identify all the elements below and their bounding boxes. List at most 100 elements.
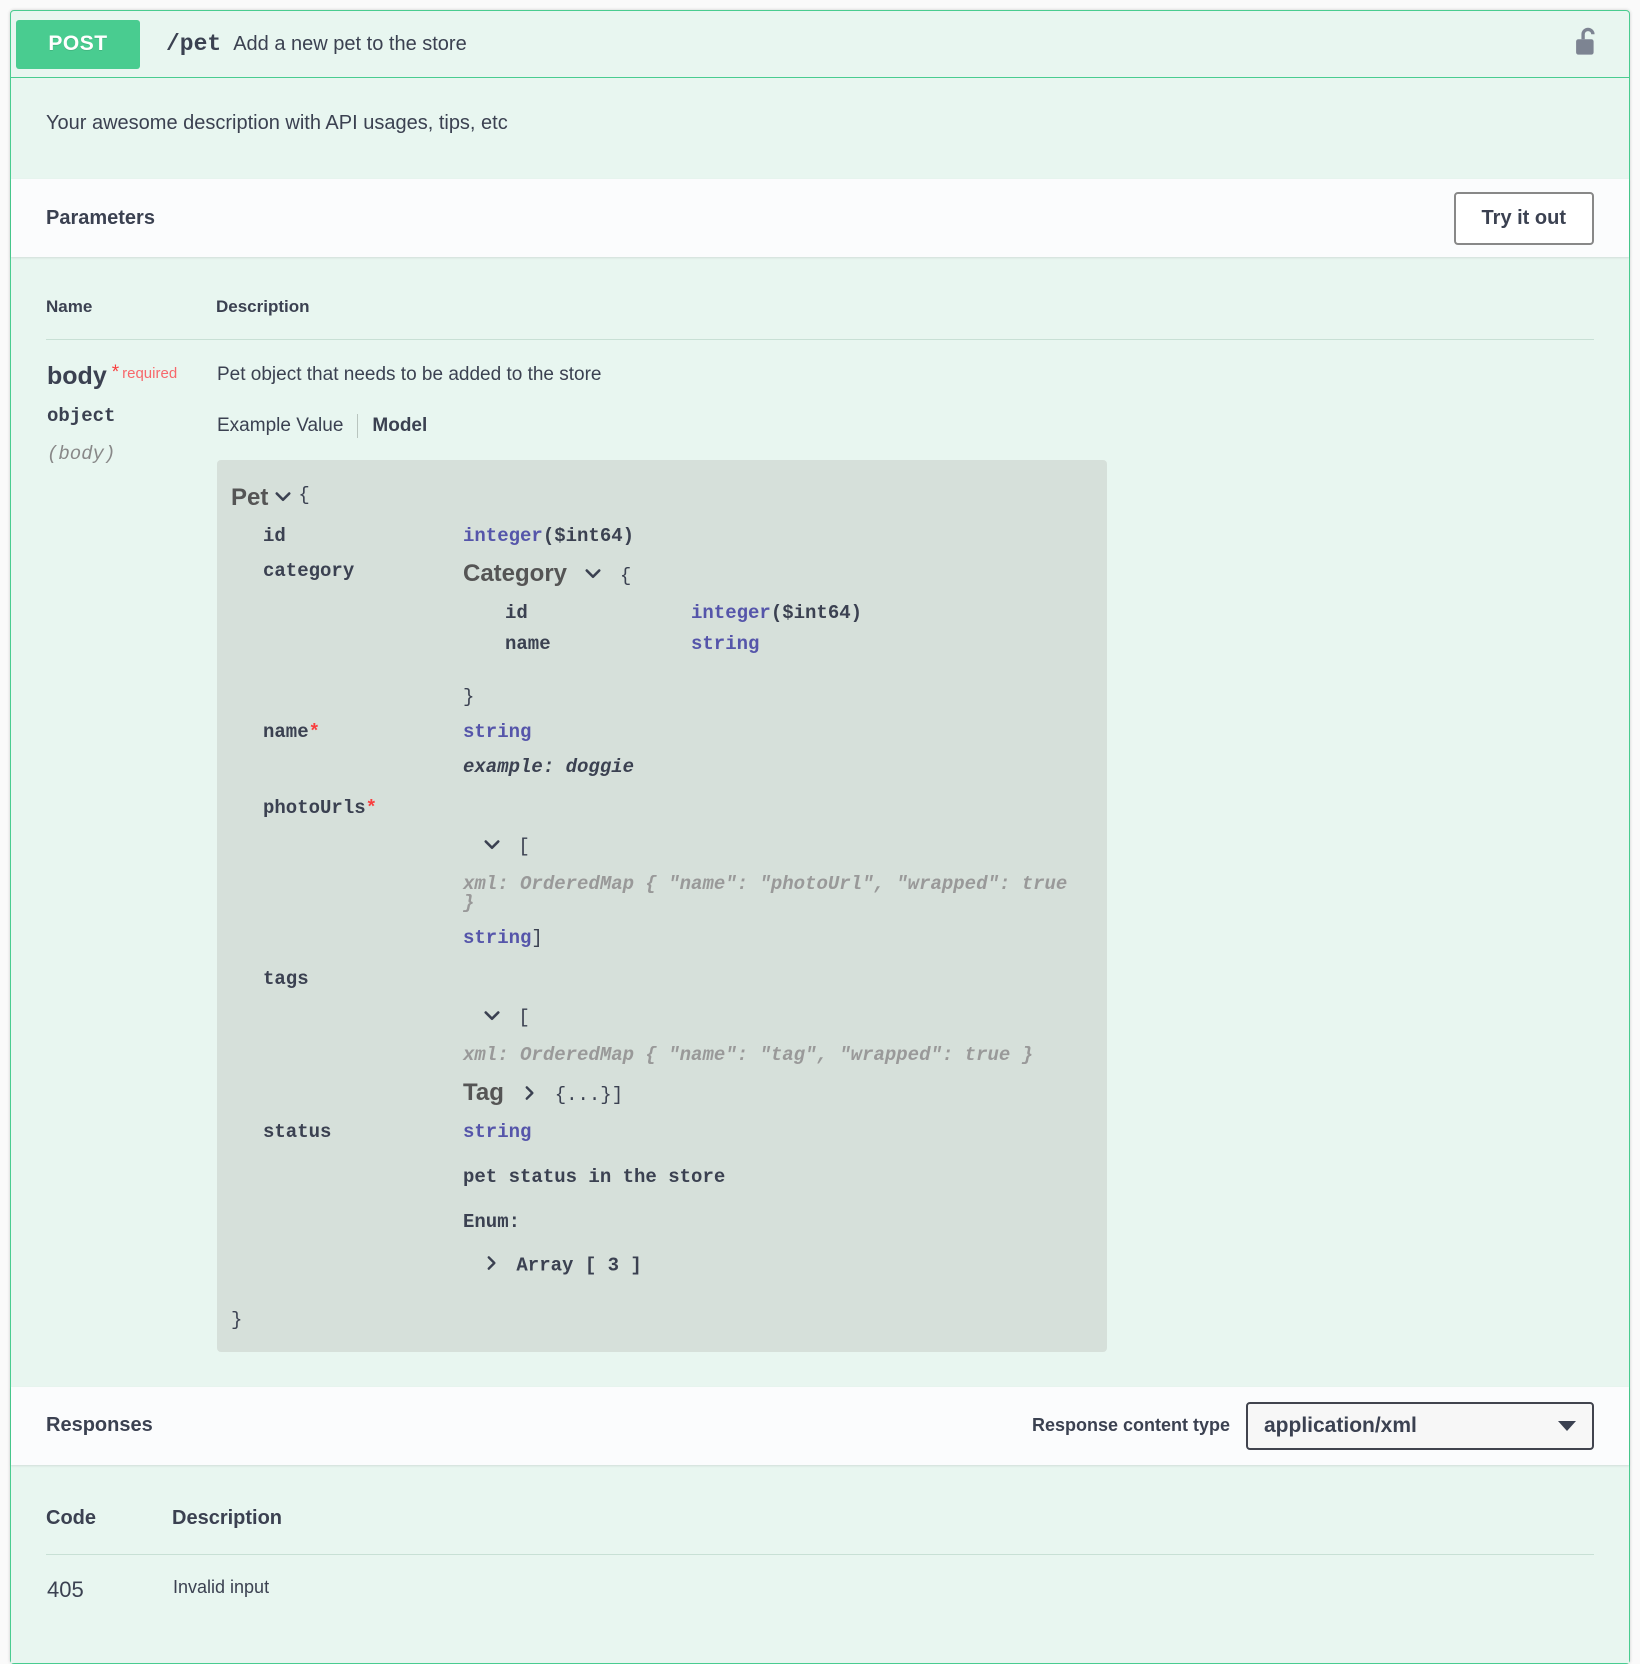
model-schema-box: Pet { id inte — [217, 460, 1107, 1352]
model-property-tags: tags — [231, 970, 1085, 989]
responses-table: Code Description 405 Invalid input — [46, 1465, 1594, 1649]
responses-table-header-row: Code Description — [46, 1465, 1594, 1555]
array-open-bracket: [ — [518, 836, 529, 858]
chevron-right-icon[interactable] — [520, 1084, 538, 1107]
property-key-wrap: photoUrls* — [231, 799, 463, 818]
model-nested-property-id: id integer($int64) — [231, 604, 1085, 623]
property-type: integer — [463, 525, 543, 547]
array-close-bracket: ] — [531, 927, 542, 949]
property-key: name — [463, 635, 691, 654]
parameters-title: Parameters — [46, 207, 1454, 230]
parameter-name-cell: body*required object (body) — [46, 340, 216, 1387]
parameter-type: object — [47, 405, 215, 427]
parameter-name: body — [47, 362, 107, 391]
parameters-table-header-row: Name Description — [46, 257, 1594, 340]
required-star: * — [366, 797, 377, 819]
tab-model[interactable]: Model — [372, 415, 427, 437]
property-type: string — [691, 635, 759, 654]
chevron-down-icon[interactable] — [583, 563, 603, 588]
required-star: * — [309, 721, 320, 743]
property-xml: xml: OrderedMap { "name": "tag", "wrappe… — [463, 1046, 1033, 1065]
model-property-name-example: example: doggie — [231, 758, 1085, 777]
array-item-type: string — [463, 927, 531, 949]
property-key: tags — [231, 970, 463, 989]
responses-table-region: Code Description 405 Invalid input — [11, 1465, 1629, 1663]
operation-path: /pet — [140, 31, 233, 57]
property-type: integer — [691, 602, 771, 624]
property-type: string — [463, 1123, 531, 1142]
chevron-right-icon[interactable] — [482, 1254, 500, 1277]
responses-title: Responses — [46, 1414, 1032, 1437]
model-property-status: status string — [231, 1123, 1085, 1142]
parameter-location: (body) — [47, 443, 215, 465]
opblock-post-pet: POST /pet Add a new pet to the store You… — [10, 10, 1630, 1664]
enum-value: Array [ 3 ] — [516, 1254, 641, 1276]
model-tags-array-open: [ — [231, 1005, 1085, 1030]
parameter-description: Pet object that needs to be added to the… — [217, 364, 1593, 386]
parameters-table-region: Name Description body*required object (b… — [11, 257, 1629, 1387]
model-tags-item-model: Tag {...}] — [231, 1081, 1085, 1106]
response-content-type-label: Response content type — [1032, 1415, 1230, 1436]
property-format: ($int64) — [543, 525, 634, 547]
response-content-type-select[interactable]: application/xml — [1246, 1402, 1594, 1450]
spacer — [46, 1649, 1594, 1663]
model-nested-close: } — [231, 688, 1085, 707]
table-row: body*required object (body) Pet object t… — [46, 340, 1594, 1387]
model-property-photourls: photoUrls* — [231, 799, 1085, 818]
model-status-description: pet status in the store — [231, 1168, 1085, 1187]
chevron-down-icon — [1558, 1421, 1576, 1431]
column-header-description: Description — [172, 1465, 1594, 1555]
model-property-name: name* string — [231, 723, 1085, 742]
chevron-down-icon[interactable] — [273, 486, 293, 511]
property-key: id — [463, 604, 691, 623]
array-open-bracket: [ — [518, 1007, 529, 1029]
model-photourls-xml: xml: OrderedMap { "name": "photoUrl", "w… — [231, 875, 1085, 913]
model-property-id: id integer($int64) — [231, 527, 1085, 546]
opblock-summary[interactable]: POST /pet Add a new pet to the store — [11, 11, 1629, 78]
property-key: category — [231, 562, 463, 581]
responses-header: Responses Response content type applicat… — [11, 1387, 1629, 1465]
spacer — [217, 1352, 1593, 1386]
model-status-enum-value: Array [ 3 ] — [231, 1254, 1085, 1277]
required-star: * — [112, 362, 119, 383]
authorization-button[interactable] — [1574, 25, 1602, 64]
model-root-open-brace: { — [298, 486, 309, 505]
parameter-description-cell: Pet object that needs to be added to the… — [216, 340, 1594, 1387]
nested-close-brace: } — [463, 688, 474, 707]
tab-example-value[interactable]: Example Value — [217, 415, 343, 437]
property-key-wrap: name* — [231, 723, 463, 742]
array-item-model-title: Tag — [463, 1079, 504, 1106]
chevron-down-icon[interactable] — [482, 834, 502, 859]
http-method-badge: POST — [16, 20, 140, 69]
model-root-header: Pet { — [231, 486, 1085, 511]
parameters-table: Name Description body*required object (b… — [46, 257, 1594, 1387]
operation-summary: Add a new pet to the store — [233, 33, 1574, 56]
column-header-description: Description — [216, 257, 1594, 340]
parameters-header: Parameters Try it out — [11, 179, 1629, 257]
example-model-tabs: Example Value Model — [217, 414, 1593, 438]
try-it-out-button[interactable]: Try it out — [1454, 192, 1594, 245]
model-root-close-brace: } — [231, 1311, 242, 1330]
column-header-code: Code — [46, 1465, 172, 1555]
model-tags-xml: xml: OrderedMap { "name": "tag", "wrappe… — [231, 1046, 1085, 1065]
unlocked-padlock-icon — [1574, 25, 1602, 64]
property-example: example: doggie — [463, 758, 634, 777]
response-code: 405 — [46, 1554, 172, 1649]
model-nested-property-name: name string — [231, 635, 1085, 654]
model-photourls-array-open: [ — [231, 834, 1085, 859]
property-key: name — [263, 721, 309, 743]
response-content-type-value: application/xml — [1264, 1414, 1548, 1438]
property-type: string — [463, 723, 531, 742]
tab-separator — [357, 414, 358, 438]
property-description: pet status in the store — [463, 1168, 725, 1187]
property-format: ($int64) — [771, 602, 862, 624]
model-root-title: Pet — [231, 486, 268, 510]
array-item-collapsed: {...}] — [555, 1084, 623, 1106]
chevron-down-icon[interactable] — [482, 1005, 502, 1030]
column-header-name: Name — [46, 257, 216, 340]
operation-description: Your awesome description with API usages… — [11, 78, 1629, 179]
enum-label: Enum: — [463, 1213, 520, 1232]
property-key: photoUrls — [263, 797, 366, 819]
nested-open-brace: { — [620, 565, 631, 587]
model-property-category: category Category { — [231, 562, 1085, 588]
